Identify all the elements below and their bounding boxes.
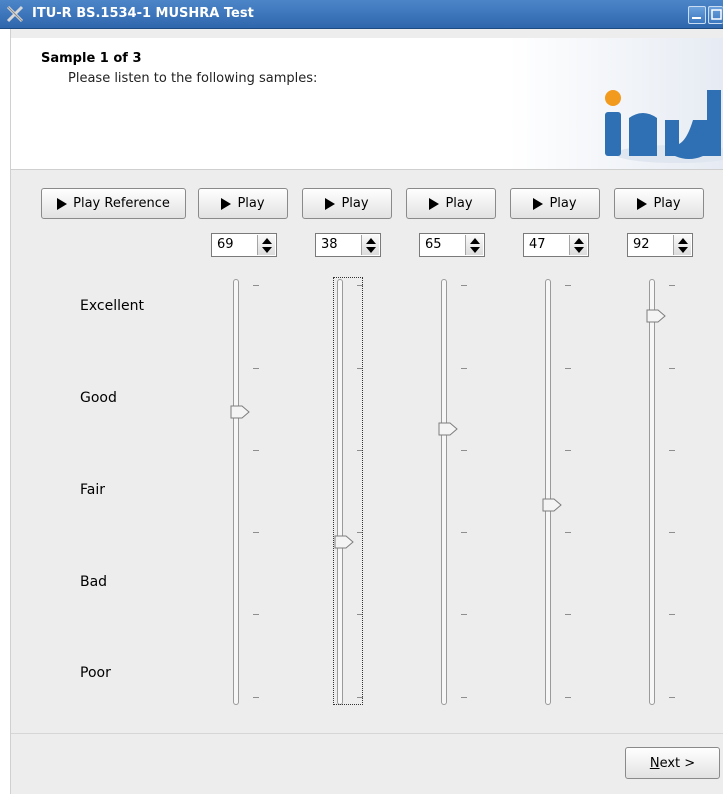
slider-tick [565,697,571,698]
slider-tick [253,368,259,369]
window-title: ITU-R BS.1534-1 MUSHRA Test [32,6,254,21]
slider-tick [253,697,259,698]
slider-tick [461,614,467,615]
play-icon [221,197,232,210]
slider-tick [253,450,259,451]
spin-arrows[interactable] [569,235,587,255]
spin-down-icon [470,247,480,253]
inl-logo-icon [605,90,723,163]
slider-track-5[interactable] [649,279,655,705]
slider-handle-4[interactable] [542,498,562,512]
play-label: Play [237,196,265,211]
scale-label-excellent: Excellent [80,298,144,314]
play-label: Play [549,196,577,211]
play-label: Play [653,196,681,211]
spin-up-icon [262,238,272,244]
page-title: Sample 1 of 3 [41,51,142,66]
spin-up-icon [366,238,376,244]
play-icon [429,197,440,210]
slider-tick [461,532,467,533]
slider-tick [461,285,467,286]
score-spinbox-2[interactable]: 38 [315,233,381,257]
spin-arrows[interactable] [361,235,379,255]
slider-tick [565,285,571,286]
scale-label-good: Good [80,390,117,406]
score-value: 92 [633,237,650,252]
slider-tick [669,532,675,533]
score-value: 69 [217,237,234,252]
play-icon [57,197,68,210]
play-reference-button[interactable]: Play Reference [41,188,186,219]
spin-down-icon [574,247,584,253]
score-spinbox-5[interactable]: 92 [627,233,693,257]
next-mnemonic: N [649,755,660,771]
slider-handle-1[interactable] [230,405,250,419]
slider-tick [565,532,571,533]
slider-tick [565,614,571,615]
spin-arrows[interactable] [257,235,275,255]
play-icon [325,197,336,210]
score-value: 38 [321,237,338,252]
slider-tick [461,368,467,369]
slider-tick [669,614,675,615]
maximize-icon [711,9,722,20]
next-label: Next > [650,756,695,771]
spin-down-icon [678,247,688,253]
score-spinbox-4[interactable]: 47 [523,233,589,257]
slider-tick [669,368,675,369]
scale-label-fair: Fair [80,482,105,498]
play-button-1[interactable]: Play [198,188,288,219]
slider-tick [669,450,675,451]
window-titlebar[interactable]: ITU-R BS.1534-1 MUSHRA Test [0,0,723,29]
slider-handle-3[interactable] [438,422,458,436]
score-spinbox-1[interactable]: 69 [211,233,277,257]
slider-track-4[interactable] [545,279,551,705]
play-button-3[interactable]: Play [406,188,496,219]
app-x-icon [6,5,24,23]
slider-tick [669,285,675,286]
slider-tick [253,614,259,615]
instruction-text: Please listen to the following samples: [68,71,318,86]
next-label-rest: ext > [659,755,696,771]
slider-track-1[interactable] [233,279,239,705]
minimize-icon [692,17,701,19]
score-value: 47 [529,237,546,252]
play-button-2[interactable]: Play [302,188,392,219]
slider-track-3[interactable] [441,279,447,705]
spin-arrows[interactable] [465,235,483,255]
slider-tick [461,450,467,451]
play-label: Play [445,196,473,211]
scale-label-poor: Poor [80,665,111,681]
slider-tick [669,697,675,698]
spin-up-icon [574,238,584,244]
play-reference-label: Play Reference [73,196,170,211]
slider-focus-outline [333,277,363,705]
slider-tick [253,285,259,286]
score-value: 65 [425,237,442,252]
window-left-border [0,29,11,794]
spin-arrows[interactable] [673,235,691,255]
play-label: Play [341,196,369,211]
slider-tick [253,532,259,533]
scale-label-bad: Bad [80,574,108,590]
next-button[interactable]: Next > [625,747,720,779]
play-icon [533,197,544,210]
play-button-4[interactable]: Play [510,188,600,219]
wizard-header: Sample 1 of 3 Please listen to the follo… [11,38,723,170]
spin-up-icon [470,238,480,244]
score-spinbox-3[interactable]: 65 [419,233,485,257]
slider-tick [461,697,467,698]
spin-up-icon [678,238,688,244]
footer-divider [11,733,723,734]
maximize-button[interactable] [708,6,723,24]
slider-handle-5[interactable] [646,309,666,323]
slider-tick [565,368,571,369]
play-button-5[interactable]: Play [614,188,704,219]
spin-down-icon [262,247,272,253]
minimize-button[interactable] [688,6,706,24]
play-icon [637,197,648,210]
slider-tick [565,450,571,451]
spin-down-icon [366,247,376,253]
